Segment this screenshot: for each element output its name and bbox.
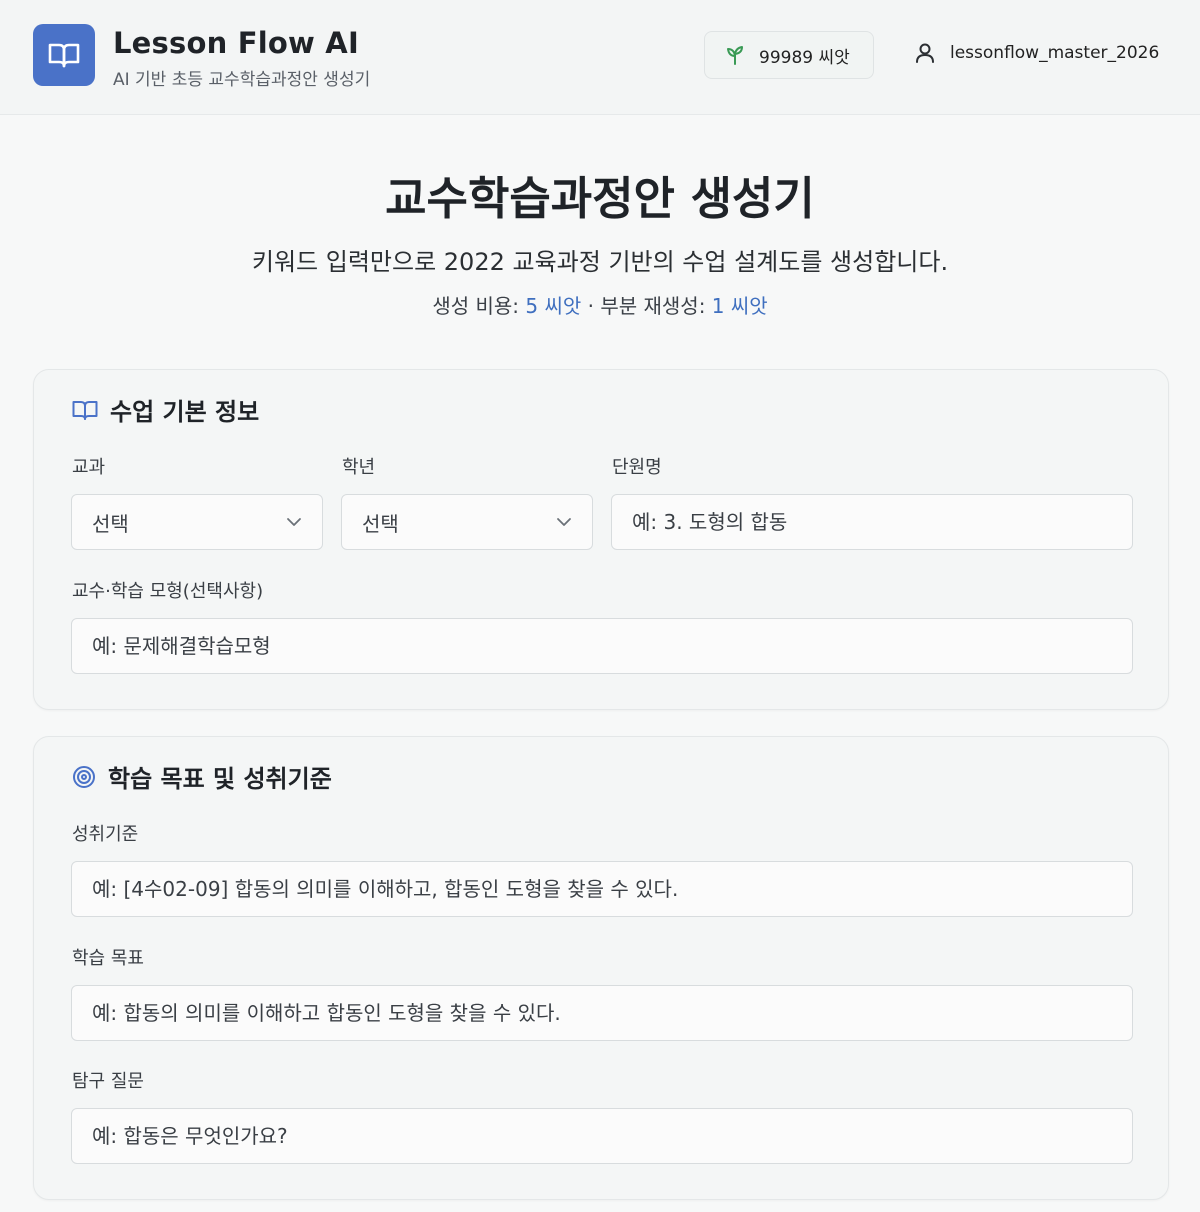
question-input[interactable] (71, 1108, 1133, 1164)
book-open-icon (48, 43, 80, 68)
objectives-card: 학습 목표 및 성취기준 성취기준 학습 목표 탐구 질문 (33, 736, 1169, 1200)
question-label: 탐구 질문 (72, 1071, 144, 1092)
model-label: 교수·학습 모형(선택사항) (72, 581, 264, 602)
standard-input[interactable] (71, 861, 1133, 917)
seed-balance-text: 99989 씨앗 (759, 47, 850, 68)
subject-label: 교과 (72, 457, 106, 478)
cost-separator: · 부분 재생성: (587, 294, 706, 318)
cost-info: 생성 비용: 5 씨앗 · 부분 재생성: 1 씨앗 (0, 290, 1200, 319)
chevron-down-icon (287, 518, 301, 526)
cost-prefix: 생성 비용: (432, 294, 520, 318)
username: lessonflow_master_2026 (950, 43, 1160, 63)
seed-balance-badge[interactable]: 99989 씨앗 (704, 31, 874, 79)
target-icon (73, 765, 95, 788)
unit-input[interactable] (611, 494, 1133, 550)
app-header: Lesson Flow AI AI 기반 초등 교수학습과정안 생성기 9998… (0, 0, 1200, 115)
book-open-icon (72, 400, 98, 420)
objectives-title-text: 학습 목표 및 성취기준 (108, 765, 332, 793)
subject-select-value: 선택 (92, 511, 129, 536)
grade-select-value: 선택 (362, 511, 399, 536)
app-name[interactable]: Lesson Flow AI (113, 26, 359, 60)
basic-info-card: 수업 기본 정보 교과 선택 학년 선택 단원명 교수·학습 모형(선택사항) (33, 369, 1169, 710)
model-input[interactable] (71, 618, 1133, 674)
standard-label: 성취기준 (72, 824, 139, 845)
basic-info-title-text: 수업 기본 정보 (110, 398, 260, 426)
basic-info-title: 수업 기본 정보 (72, 392, 259, 427)
app-logo[interactable] (33, 24, 95, 86)
user-menu[interactable]: lessonflow_master_2026 (914, 42, 1159, 64)
unit-label: 단원명 (612, 457, 662, 478)
cost-value: 5 씨앗 (525, 294, 582, 318)
objectives-title: 학습 목표 및 성취기준 (72, 759, 332, 794)
page-title: 교수학습과정안 생성기 (385, 172, 815, 225)
user-icon (916, 43, 934, 63)
page-description: 키워드 입력만으로 2022 교육과정 기반의 수업 설계도를 생성합니다. (251, 248, 949, 276)
grade-label: 학년 (342, 457, 376, 478)
app-subtitle: AI 기반 초등 교수학습과정안 생성기 (113, 70, 371, 90)
sprout-icon (727, 46, 743, 65)
goal-input[interactable] (71, 985, 1133, 1041)
chevron-down-icon (557, 518, 571, 526)
subject-select[interactable]: 선택 (71, 494, 323, 550)
grade-select[interactable]: 선택 (341, 494, 593, 550)
regen-cost-value: 1 씨앗 (711, 294, 768, 318)
goal-label: 학습 목표 (72, 948, 144, 969)
